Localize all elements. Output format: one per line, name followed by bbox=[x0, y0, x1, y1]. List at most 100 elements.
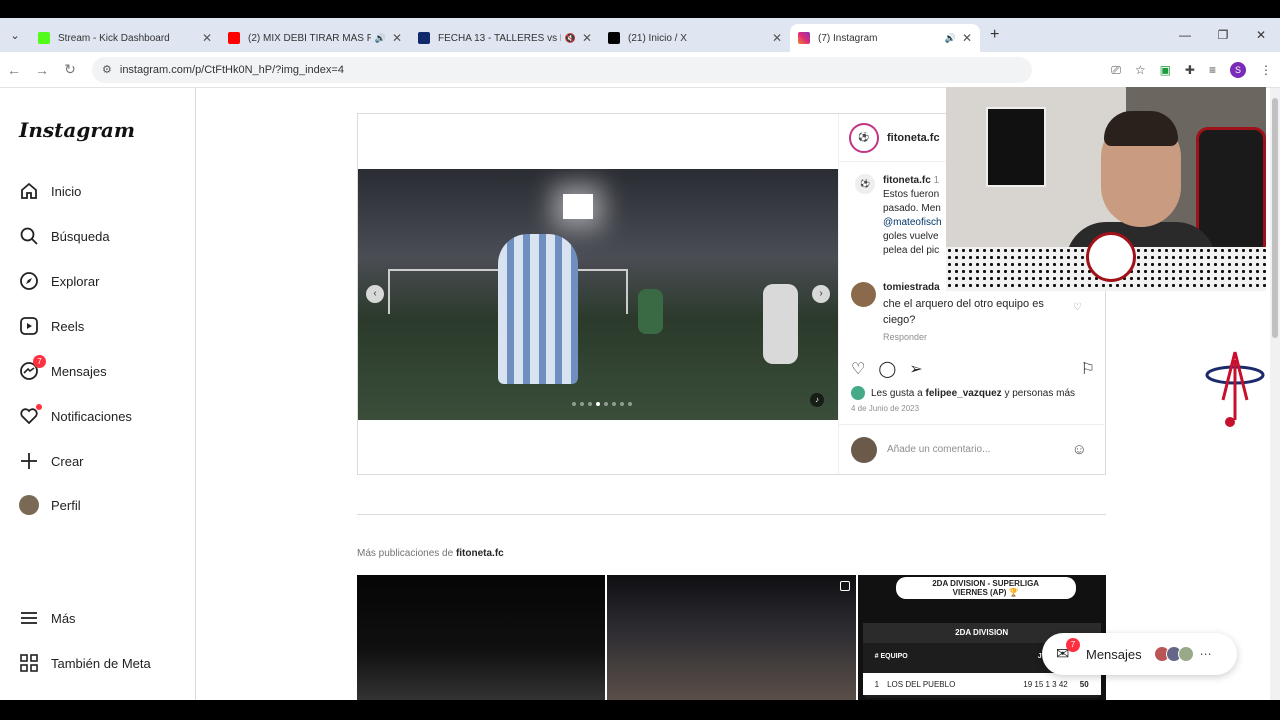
caption-line: Estos fueron bbox=[883, 189, 940, 200]
minimize-icon[interactable]: — bbox=[1166, 28, 1204, 42]
browser-tab[interactable]: Stream - Kick Dashboard ✕ bbox=[30, 24, 220, 52]
likes-suffix[interactable]: y personas más bbox=[1004, 388, 1075, 399]
carousel-prev-icon[interactable]: ‹ bbox=[366, 285, 384, 303]
messages-float-button[interactable]: ✉ 7 Mensajes ⋯ bbox=[1042, 633, 1237, 675]
caption-time: 1 bbox=[933, 175, 940, 186]
caption-username[interactable]: fitoneta.fc bbox=[883, 175, 931, 186]
close-window-icon[interactable]: ✕ bbox=[1242, 28, 1280, 42]
sidebar-item-label: Mensajes bbox=[51, 363, 107, 379]
comment-text: che el arquero del otro equipo es ciego? bbox=[883, 298, 1044, 326]
caption-mention[interactable]: @mateofisch bbox=[883, 217, 942, 228]
x-favicon-icon bbox=[608, 32, 620, 44]
like-icon[interactable]: ♡ bbox=[851, 359, 865, 379]
browser-tab[interactable]: FECHA 13 - TALLERES vs RIV 🔇 ✕ bbox=[410, 24, 600, 52]
post-video[interactable]: ‹ › ♪ bbox=[358, 169, 838, 420]
audio-icon[interactable]: ♪ bbox=[810, 393, 824, 407]
browser-tab[interactable]: (2) MIX DEBÍ TIRAR MÁS FÚ 🔊 ✕ bbox=[220, 24, 410, 52]
comment-input[interactable]: Añade un comentario... bbox=[887, 444, 1072, 455]
close-icon[interactable]: ✕ bbox=[772, 31, 782, 45]
media-control-icon[interactable]: ≡ bbox=[1209, 63, 1216, 77]
caption-line: pasado. Men bbox=[883, 203, 941, 214]
browser-tab-active[interactable]: (7) Instagram 🔊 ✕ bbox=[790, 24, 980, 52]
like-comment-icon[interactable]: ♡ bbox=[1073, 302, 1082, 313]
more-posts-user[interactable]: fitoneta.fc bbox=[456, 548, 504, 559]
site-info-icon[interactable]: ⚙ bbox=[102, 63, 112, 76]
player-figure bbox=[498, 234, 578, 384]
multi-post-icon bbox=[839, 581, 850, 591]
carousel-dot bbox=[628, 402, 632, 406]
avatar[interactable]: ⚽ bbox=[855, 174, 875, 194]
close-icon[interactable]: ✕ bbox=[962, 31, 972, 45]
reply-button[interactable]: Responder bbox=[883, 332, 927, 342]
more-posts-grid: 2DA DIVISION - SUPERLIGA VIERNES (AP) 🏆 2… bbox=[357, 575, 1106, 700]
sidebar-item-explorar[interactable]: Explorar bbox=[18, 270, 99, 292]
menu-icon[interactable]: ⋮ bbox=[1260, 63, 1272, 77]
carousel-dot bbox=[612, 402, 616, 406]
sidebar-item-notificaciones[interactable]: Notificaciones bbox=[18, 404, 132, 427]
star-icon[interactable]: ☆ bbox=[1135, 63, 1146, 77]
sidebar-item-inicio[interactable]: Inicio bbox=[18, 180, 81, 202]
emoji-icon[interactable]: ☺ bbox=[1072, 441, 1087, 458]
new-tab-button[interactable]: + bbox=[990, 26, 999, 44]
back-icon[interactable]: ← bbox=[0, 62, 28, 78]
sidebar-item-reels[interactable]: Reels bbox=[18, 315, 84, 337]
plus-icon bbox=[18, 450, 40, 472]
likes-user[interactable]: felipee_vazquez bbox=[926, 388, 1002, 399]
sidebar-item-label: También de Meta bbox=[51, 655, 151, 671]
spiderman-logo-icon bbox=[1205, 350, 1265, 430]
tab-title: Stream - Kick Dashboard bbox=[58, 32, 170, 44]
browser-tab-bar: ⌄ Stream - Kick Dashboard ✕ (2) MIX DEBÍ… bbox=[0, 18, 1280, 52]
sidebar-item-crear[interactable]: Crear bbox=[18, 450, 84, 472]
restore-icon[interactable]: ❐ bbox=[1204, 28, 1242, 42]
scrollbar-thumb[interactable] bbox=[1272, 98, 1278, 338]
extensions-icon[interactable]: ✚ bbox=[1185, 63, 1195, 77]
share-icon[interactable]: ➢ bbox=[909, 359, 922, 379]
bookmark-icon[interactable]: ⚐ bbox=[1081, 359, 1095, 379]
messenger-icon: ✉ 7 bbox=[1056, 638, 1080, 664]
divider bbox=[357, 514, 1106, 515]
sidebar-item-busqueda[interactable]: Búsqueda bbox=[18, 225, 110, 247]
channel-emblem bbox=[1086, 232, 1136, 282]
bottom-bar bbox=[0, 700, 1280, 720]
column-label: # EQUIPO bbox=[874, 653, 908, 660]
sidebar-item-perfil[interactable]: Perfil bbox=[18, 494, 81, 516]
tab-search-icon[interactable]: ⌄ bbox=[0, 29, 30, 42]
post-thumbnail[interactable] bbox=[357, 575, 606, 700]
row-rank: 1 bbox=[874, 679, 880, 689]
comment-icon[interactable]: ◯ bbox=[878, 359, 896, 379]
avatar[interactable] bbox=[851, 282, 876, 307]
post-thumbnail[interactable] bbox=[607, 575, 856, 700]
speaker-icon[interactable]: 🔊 bbox=[945, 33, 956, 44]
sidebar-item-meta[interactable]: También de Meta bbox=[18, 652, 151, 674]
thumbnail-title-line: 2DA DIVISION - SUPERLIGA bbox=[932, 579, 1040, 588]
extension-green-icon[interactable]: ▣ bbox=[1160, 63, 1171, 77]
profile-avatar[interactable]: S bbox=[1230, 62, 1246, 78]
speaker-icon[interactable]: 🔊 bbox=[375, 33, 386, 44]
page-scrollbar[interactable] bbox=[1270, 88, 1280, 700]
standings-columns: # EQUIPOJ G E bbox=[875, 653, 1056, 660]
search-icon bbox=[18, 225, 40, 247]
close-icon[interactable]: ✕ bbox=[582, 31, 592, 45]
sidebar-item-label: Notificaciones bbox=[51, 408, 132, 424]
muted-speaker-icon[interactable]: 🔇 bbox=[565, 33, 576, 44]
browser-tab[interactable]: (21) Inicio / X ✕ bbox=[600, 24, 790, 52]
close-icon[interactable]: ✕ bbox=[202, 31, 212, 45]
sidebar-item-mas[interactable]: Más bbox=[18, 607, 76, 629]
post-date: 4 de Junio de 2023 bbox=[851, 404, 920, 413]
avatar[interactable]: ⚽ bbox=[849, 122, 879, 153]
post-username[interactable]: fitoneta.fc bbox=[887, 132, 940, 144]
comment-username[interactable]: tomiestrada bbox=[883, 282, 940, 293]
avatar-icon bbox=[18, 494, 40, 516]
carousel-next-icon[interactable]: › bbox=[812, 285, 830, 303]
cast-icon[interactable]: ⎚ bbox=[1111, 63, 1121, 78]
close-icon[interactable]: ✕ bbox=[392, 31, 402, 45]
sidebar: Instagram Inicio Búsqueda Explorar Reels… bbox=[0, 88, 196, 700]
address-bar[interactable]: ⚙ instagram.com/p/CtFtHk0N_hP/?img_index… bbox=[92, 56, 1032, 83]
reload-icon[interactable]: ↻ bbox=[56, 61, 84, 78]
sidebar-item-mensajes[interactable]: 7 Mensajes bbox=[18, 355, 107, 382]
sidebar-item-label: Crear bbox=[51, 453, 84, 469]
post-actions: ♡ ◯ ➢ ⚐ bbox=[851, 358, 1095, 380]
row-stats: 19 15 1 3 42 bbox=[1023, 679, 1068, 689]
instagram-logo[interactable]: Instagram bbox=[19, 118, 135, 142]
forward-icon[interactable]: → bbox=[28, 62, 56, 78]
